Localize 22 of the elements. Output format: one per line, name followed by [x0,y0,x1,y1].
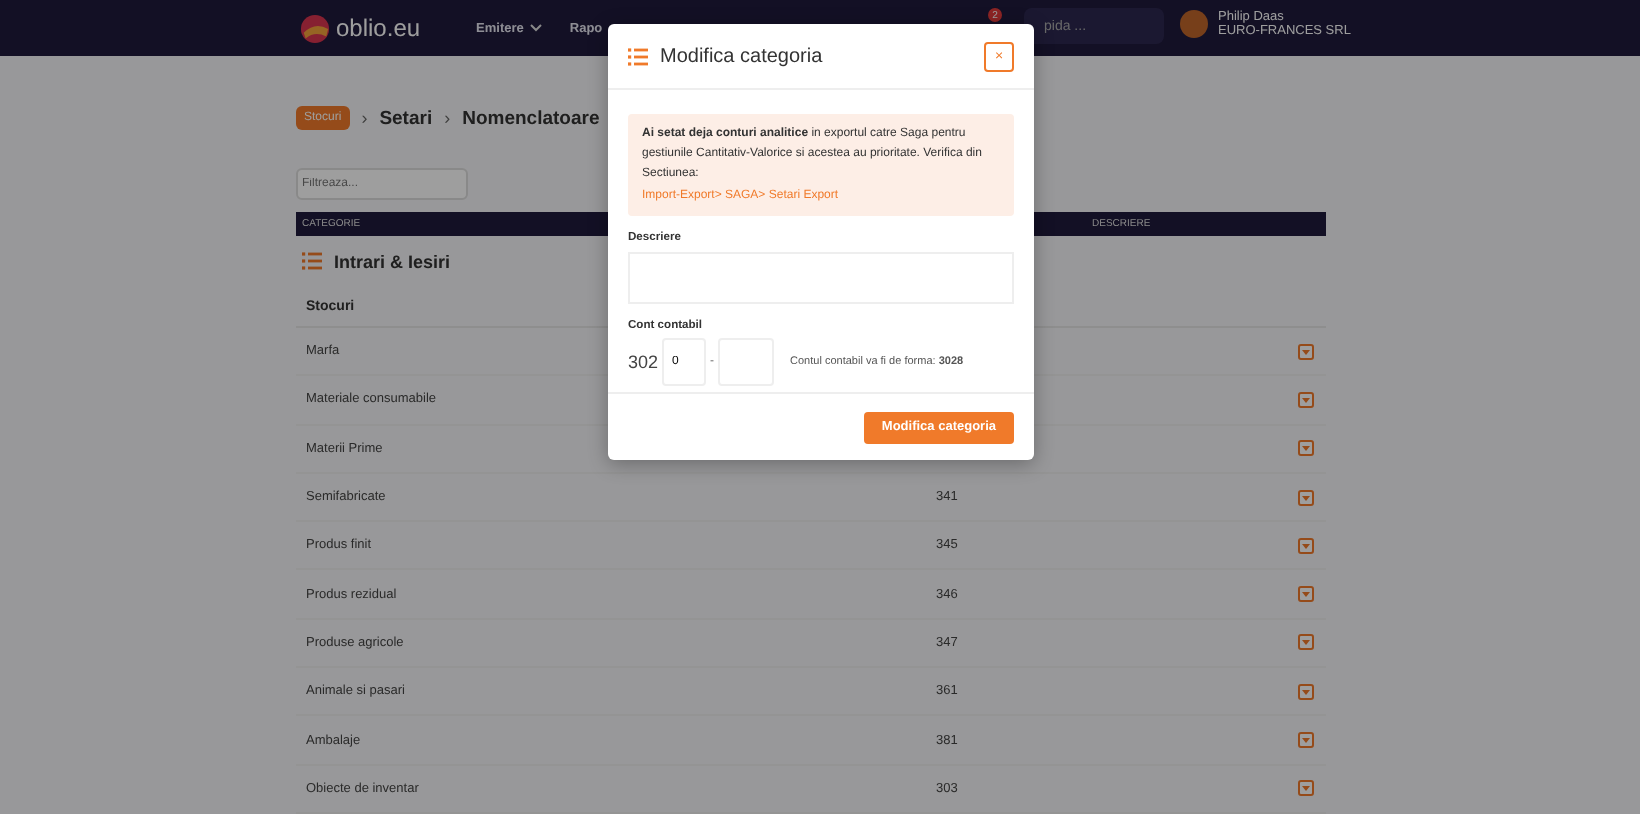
dropdown-icon[interactable] [1298,489,1314,506]
breadcrumb-separator: › [444,108,451,128]
dropdown-icon[interactable] [1298,780,1314,797]
chevron-down-icon [529,24,542,32]
list-icon [628,47,648,65]
logo-text: oblio.eu [336,14,421,42]
dropdown-icon[interactable] [1298,586,1314,603]
dropdown-icon[interactable] [1298,683,1314,700]
dropdown-icon[interactable] [1298,440,1314,457]
list-icon [302,252,322,270]
breadcrumb-item[interactable]: Setari [379,107,433,129]
dropdown-icon[interactable] [1298,343,1314,360]
breadcrumb-item[interactable]: Nomenclatoare [462,107,600,129]
section-title: Intrari & Iesiri [334,251,451,271]
dialog-title: Modifica categoria [660,45,825,67]
breadcrumb-separator: › [361,108,368,128]
dropdown-icon[interactable] [1298,537,1314,554]
dropdown-icon[interactable] [1298,634,1314,651]
logo-icon [300,13,330,43]
account-prefix: 302 [628,352,659,372]
dropdown-icon[interactable] [1298,391,1314,408]
dropdown-icon[interactable] [1298,732,1314,749]
